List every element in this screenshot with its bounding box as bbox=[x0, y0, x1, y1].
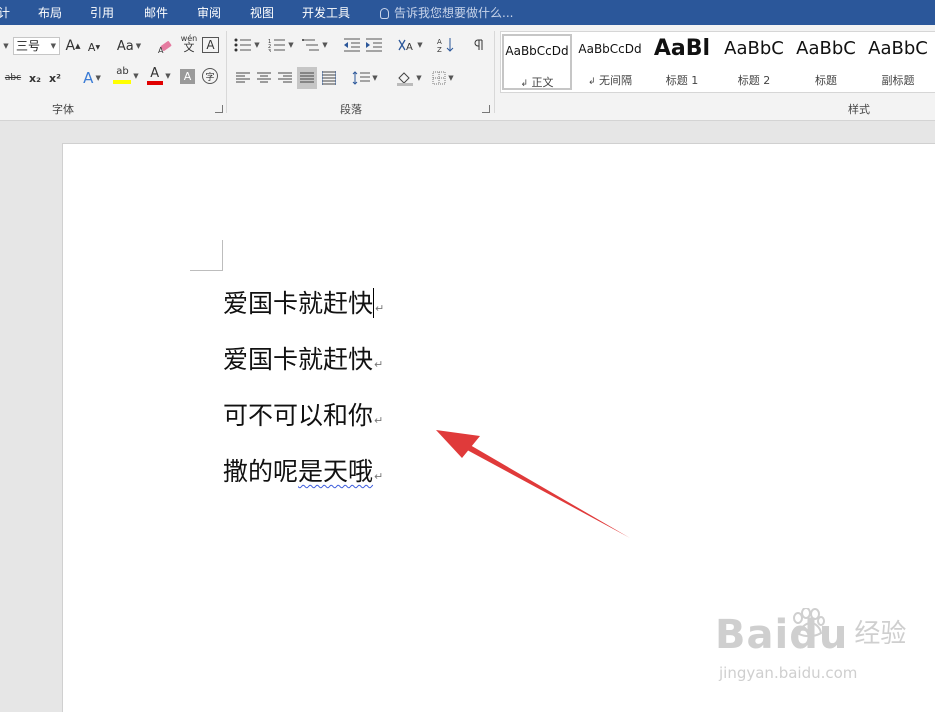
watermark-logo-text: Baidu bbox=[715, 612, 849, 658]
arrow-head bbox=[436, 430, 480, 458]
red-arrow-annotation bbox=[436, 430, 630, 538]
arrow-shaft bbox=[456, 438, 630, 538]
baidu-watermark: Baidu 经验 jingyan.baidu.com bbox=[715, 608, 907, 682]
paw-logo-icon bbox=[793, 608, 825, 638]
watermark-url: jingyan.baidu.com bbox=[719, 664, 858, 682]
watermark-cn-text: 经验 bbox=[854, 619, 907, 649]
